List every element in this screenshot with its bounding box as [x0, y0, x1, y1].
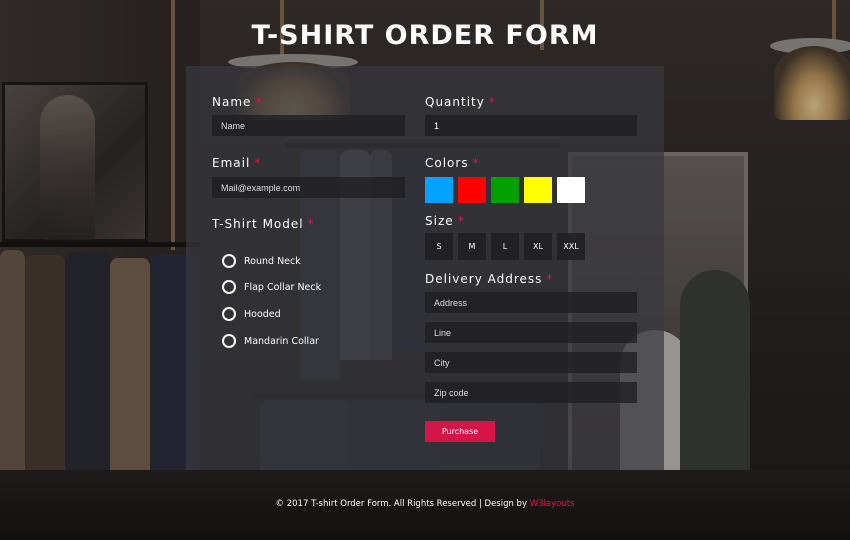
model-option-mandarin-collar[interactable]: Mandarin Collar	[222, 334, 319, 348]
size-option-l[interactable]: L	[491, 233, 519, 260]
radio-icon[interactable]	[222, 307, 236, 321]
radio-icon[interactable]	[222, 334, 236, 348]
purchase-button[interactable]: Purchase	[425, 421, 495, 442]
address-input[interactable]	[425, 292, 637, 313]
color-swatch-white[interactable]	[557, 177, 585, 203]
delivery-address-label: Delivery Address *	[425, 272, 554, 286]
radio-icon[interactable]	[222, 254, 236, 268]
city-input[interactable]	[425, 352, 637, 373]
quantity-input[interactable]	[425, 115, 637, 136]
size-option-xl[interactable]: XL	[524, 233, 552, 260]
size-option-s[interactable]: S	[425, 233, 453, 260]
required-marker: *	[254, 156, 262, 170]
radio-icon[interactable]	[222, 280, 236, 294]
name-input[interactable]	[212, 115, 405, 136]
order-form: Name* Quantity* Email* Colors* T-Shirt M…	[186, 66, 664, 470]
required-marker: *	[255, 95, 263, 109]
required-marker: *	[472, 156, 480, 170]
size-label: Size *	[425, 214, 465, 228]
zip-code-input[interactable]	[425, 382, 637, 403]
size-option-xxl[interactable]: XXL	[557, 233, 585, 260]
color-swatch-blue[interactable]	[425, 177, 453, 203]
page-title: T-SHIRT ORDER FORM	[251, 20, 599, 51]
color-swatch-red[interactable]	[458, 177, 486, 203]
footer-copyright: © 2017 T-shirt Order Form. All Rights Re…	[275, 499, 530, 509]
model-option-round-neck[interactable]: Round Neck	[222, 254, 301, 268]
required-marker: *	[457, 214, 465, 228]
tshirt-model-label: T-Shirt Model *	[212, 217, 315, 231]
footer: © 2017 T-shirt Order Form. All Rights Re…	[0, 499, 850, 509]
colors-label: Colors *	[425, 156, 480, 170]
name-label: Name *	[212, 95, 263, 109]
quantity-label: Quantity *	[425, 95, 496, 109]
required-marker: *	[546, 272, 554, 286]
color-swatch-green[interactable]	[491, 177, 519, 203]
address-line-input[interactable]	[425, 322, 637, 343]
model-option-flap-collar-neck[interactable]: Flap Collar Neck	[222, 280, 321, 294]
email-label: Email *	[212, 156, 262, 170]
email-input[interactable]	[212, 177, 405, 198]
required-marker: *	[307, 217, 315, 231]
color-swatch-yellow[interactable]	[524, 177, 552, 203]
footer-link[interactable]: W3layouts	[530, 499, 575, 509]
model-option-hooded[interactable]: Hooded	[222, 307, 281, 321]
required-marker: *	[488, 95, 496, 109]
size-option-m[interactable]: M	[458, 233, 486, 260]
